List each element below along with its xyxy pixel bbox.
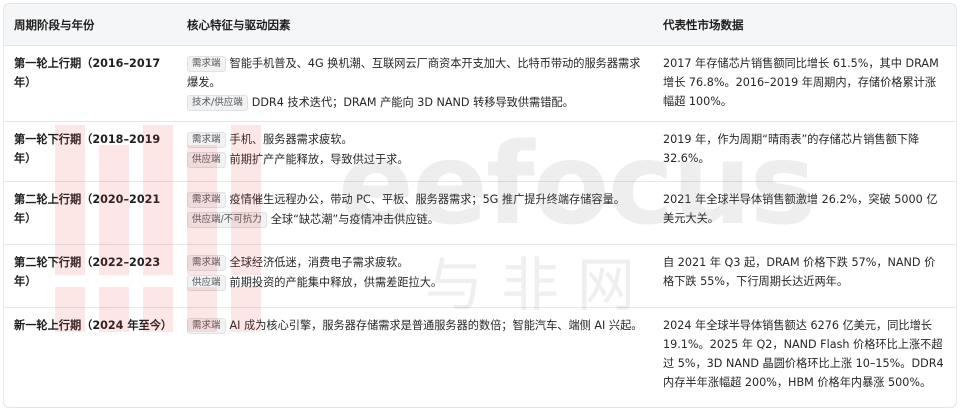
driver-text: 全球“缺芯潮”与疫情冲击供应链。: [270, 213, 439, 226]
category-tag: 需求端: [187, 255, 226, 271]
driver-text: 疫情催生远程办公，带动 PC、平板、服务器需求；5G 推广提升终端存储容量。: [229, 193, 625, 206]
market-data-cell: 2017 年存储芯片销售额同比增长 61.5%，其中 DRAM 增长 76.8%…: [653, 45, 956, 122]
header-drivers: 核心特征与驱动因素: [177, 4, 653, 46]
driver-item: 供应端/不可抗力 全球“缺芯潮”与疫情冲击供应链。: [187, 210, 643, 229]
driver-text: DDR4 技术迭代；DRAM 产能向 3D NAND 转移导致供需错配。: [251, 96, 574, 109]
category-tag: 需求端: [187, 56, 226, 72]
drivers-cell: 需求端 疫情催生远程办公，带动 PC、平板、服务器需求；5G 推广提升终端存储容量…: [177, 181, 653, 245]
driver-text: 手机、服务器需求疲软。: [229, 133, 353, 146]
table-header-row: 周期阶段与年份 核心特征与驱动因素 代表性市场数据: [4, 4, 956, 46]
category-tag: 技术/供应端: [187, 95, 248, 111]
driver-text: 前期投资的产能集中释放，供需差距拉大。: [229, 276, 443, 289]
category-tag: 供应端/不可抗力: [187, 212, 267, 228]
market-data-cell: 2019 年，作为周期“晴雨表”的存储芯片销售额下降 32.6%。: [653, 121, 956, 182]
driver-item: 需求端 智能手机普及、4G 换机潮、互联网云厂商资本开支加大、比特币带动的服务器需…: [187, 54, 643, 92]
category-tag: 需求端: [187, 132, 226, 148]
driver-item: 需求端 全球经济低迷，消费电子需求疲软。: [187, 253, 643, 272]
market-data-cell: 2021 年全球半导体销售额激增 26.2%，突破 5000 亿美元大关。: [653, 181, 956, 245]
drivers-cell: 需求端 智能手机普及、4G 换机潮、互联网云厂商资本开支加大、比特币带动的服务器需…: [177, 45, 653, 122]
phase-cell: 第二轮上行期（2020–2021年）: [4, 181, 177, 245]
phase-cell: 第二轮下行期（2022–2023年）: [4, 244, 177, 308]
driver-text: 智能手机普及、4G 换机潮、互联网云厂商资本开支加大、比特币带动的服务器需求爆发…: [187, 57, 641, 89]
driver-item: 需求端 手机、服务器需求疲软。: [187, 130, 643, 149]
table-row: 第一轮上行期（2016–2017年） 需求端 智能手机普及、4G 换机潮、互联网云…: [4, 45, 956, 122]
category-tag: 需求端: [187, 318, 226, 334]
drivers-cell: 需求端 手机、服务器需求疲软。 供应端 前期扩产产能释放，导致供过于求。: [177, 121, 653, 182]
market-data-cell: 2024 年全球半导体销售额达 6276 亿美元，同比增长 19.1%。2025…: [663, 319, 944, 389]
table-row: 新一轮上行期（2024 年至今） 需求端 AI 成为核心引擎，服务器存储需求是普通…: [4, 308, 956, 399]
driver-text: 全球经济低迷，消费电子需求疲软。: [229, 256, 409, 269]
driver-item: 供应端 前期投资的产能集中释放，供需差距拉大。: [187, 273, 643, 292]
driver-item: 需求端 疫情催生远程办公，带动 PC、平板、服务器需求；5G 推广提升终端存储容量…: [187, 190, 643, 209]
phase-cell: 新一轮上行期（2024 年至今）: [14, 319, 173, 332]
category-tag: 供应端: [187, 152, 226, 168]
header-phase: 周期阶段与年份: [4, 4, 177, 46]
drivers-cell: 需求端 AI 成为核心引擎，服务器存储需求是普通服务器的数倍；智能汽车、端侧 AI…: [177, 308, 653, 399]
driver-item: 技术/供应端 DDR4 技术迭代；DRAM 产能向 3D NAND 转移导致供需错…: [187, 93, 643, 112]
drivers-cell: 需求端 全球经济低迷，消费电子需求疲软。 供应端 前期投资的产能集中释放，供需差距拉…: [177, 244, 653, 308]
phase-cell: 第一轮下行期（2018–2019年）: [4, 121, 177, 182]
table-row: 第二轮上行期（2020–2021年） 需求端 疫情催生远程办公，带动 PC、平板、…: [4, 181, 956, 245]
driver-item: 供应端 前期扩产产能释放，导致供过于求。: [187, 150, 643, 169]
market-data-cell: 自 2021 年 Q3 起，DRAM 价格下跌 57%，NAND 价格下跌 55…: [653, 244, 956, 308]
header-market-data: 代表性市场数据: [653, 4, 956, 46]
table-row: 第一轮下行期（2018–2019年） 需求端 手机、服务器需求疲软。 供应端 前期扩…: [4, 121, 956, 182]
driver-text: 前期扩产产能释放，导致供过于求。: [229, 153, 409, 166]
category-tag: 供应端: [187, 275, 226, 291]
table-row: 第二轮下行期（2022–2023年） 需求端 全球经济低迷，消费电子需求疲软。 供…: [4, 244, 956, 308]
category-tag: 需求端: [187, 192, 226, 208]
driver-text: AI 成为核心引擎，服务器存储需求是普通服务器的数倍；智能汽车、端侧 AI 兴起…: [229, 319, 643, 332]
phase-cell: 第一轮上行期（2016–2017年）: [4, 45, 177, 122]
driver-item: 需求端 AI 成为核心引擎，服务器存储需求是普通服务器的数倍；智能汽车、端侧 AI…: [187, 316, 643, 335]
market-cycle-table: 周期阶段与年份 核心特征与驱动因素 代表性市场数据 第一轮上行期（2016–20…: [3, 3, 957, 408]
